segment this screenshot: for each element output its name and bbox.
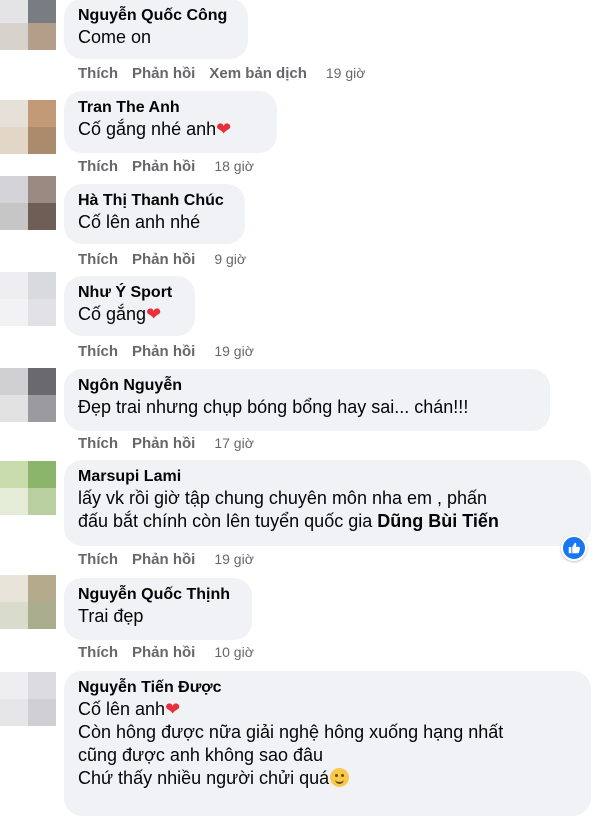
like-link[interactable]: Thích [78, 551, 118, 569]
comment-time[interactable]: 19 giờ [214, 550, 254, 568]
comment-time[interactable]: 19 giờ [326, 64, 366, 82]
like-link[interactable]: Thích [78, 343, 118, 361]
comment-bubble: Tran The Anh Cố gắng nhé anh❤ [64, 91, 277, 153]
comment-text: Come on [78, 27, 152, 47]
avatar[interactable] [0, 0, 56, 50]
comment-bubble: Ngôn Nguyễn Đẹp trai nhưng chụp bóng bổn… [64, 369, 550, 431]
comment-text: Cố gắng nhé anh❤ [78, 119, 232, 139]
like-link[interactable]: Thích [78, 251, 118, 269]
see-translation-link[interactable]: Xem bản dịch [209, 65, 307, 83]
comment-actions: Thích Phản hồi 19 giờ [78, 342, 254, 361]
commenter-name[interactable]: Marsupi Lami [78, 467, 577, 487]
comment-text: Đẹp trai nhưng chụp bóng bổng hay sai...… [78, 397, 469, 417]
like-link[interactable]: Thích [78, 158, 118, 176]
comment-time[interactable]: 19 giờ [214, 342, 254, 360]
comment-time[interactable]: 9 giờ [214, 250, 246, 268]
comment-actions: Thích Phản hồi 9 giờ [78, 250, 246, 269]
commenter-name[interactable]: Ngôn Nguyễn [78, 376, 536, 396]
commenter-name[interactable]: Hà Thị Thanh Chúc [78, 191, 231, 211]
heart-emoji-icon: ❤ [146, 304, 162, 324]
comment-text: Cố gắng❤ [78, 304, 162, 324]
reply-link[interactable]: Phản hồi [132, 158, 195, 176]
commenter-name[interactable]: Nguyễn Tiến Được [78, 678, 577, 698]
comment-bubble: Nguyễn Quốc Công Come on [64, 0, 248, 59]
avatar[interactable] [0, 176, 56, 230]
avatar[interactable] [0, 368, 56, 422]
avatar[interactable] [0, 272, 56, 326]
smile-emoji-icon [330, 768, 350, 787]
avatar[interactable] [0, 100, 56, 154]
commenter-name[interactable]: Nguyễn Quốc Công [78, 6, 234, 26]
like-reaction-icon[interactable] [561, 535, 587, 561]
reply-link[interactable]: Phản hồi [132, 644, 195, 662]
heart-emoji-icon: ❤ [165, 699, 181, 719]
comment-bubble: Nguyễn Tiến Được Cố lên anh❤ Còn hông đư… [64, 671, 591, 816]
comment-actions: Thích Phản hồi 19 giờ [78, 550, 254, 569]
reply-link[interactable]: Phản hồi [132, 551, 195, 569]
mention-link[interactable]: Dũng Bùi Tiến [377, 511, 499, 531]
like-link[interactable]: Thích [78, 435, 118, 453]
comment-actions: Thích Phản hồi 10 giờ [78, 643, 254, 662]
reply-link[interactable]: Phản hồi [132, 435, 195, 453]
comment-text: Trai đẹp [78, 606, 144, 626]
heart-emoji-icon: ❤ [216, 119, 232, 139]
comment-bubble: Như Ý Sport Cố gắng❤ [64, 276, 195, 336]
comment-text: Cố lên anh❤ Còn hông được nữa giải nghệ … [78, 699, 504, 788]
comment-text: lấy vk rồi giờ tập chung chuyên môn nha … [78, 488, 499, 531]
like-link[interactable]: Thích [78, 65, 118, 83]
comment-bubble: Hà Thị Thanh Chúc Cố lên anh nhé [64, 184, 245, 244]
avatar[interactable] [0, 461, 56, 515]
reply-link[interactable]: Phản hồi [132, 343, 195, 361]
commenter-name[interactable]: Nguyễn Quốc Thịnh [78, 585, 238, 605]
avatar[interactable] [0, 672, 56, 726]
commenter-name[interactable]: Tran The Anh [78, 98, 263, 118]
comment-actions: Thích Phản hồi 18 giờ [78, 157, 254, 176]
comment-time[interactable]: 18 giờ [214, 157, 254, 175]
reply-link[interactable]: Phản hồi [132, 65, 195, 83]
like-link[interactable]: Thích [78, 644, 118, 662]
reply-link[interactable]: Phản hồi [132, 251, 195, 269]
avatar[interactable] [0, 575, 56, 629]
comment-bubble: Marsupi Lami lấy vk rồi giờ tập chung ch… [64, 460, 591, 546]
commenter-name[interactable]: Như Ý Sport [78, 283, 181, 303]
comment-text: Cố lên anh nhé [78, 212, 201, 232]
comment-actions: Thích Phản hồi Xem bản dịch 19 giờ [78, 64, 365, 83]
comment-bubble: Nguyễn Quốc Thịnh Trai đẹp [64, 578, 252, 640]
thumbs-up-icon [568, 542, 580, 554]
comment-time[interactable]: 10 giờ [214, 643, 254, 661]
comment-actions: Thích Phản hồi 17 giờ [78, 434, 254, 453]
comment-time[interactable]: 17 giờ [214, 434, 254, 452]
